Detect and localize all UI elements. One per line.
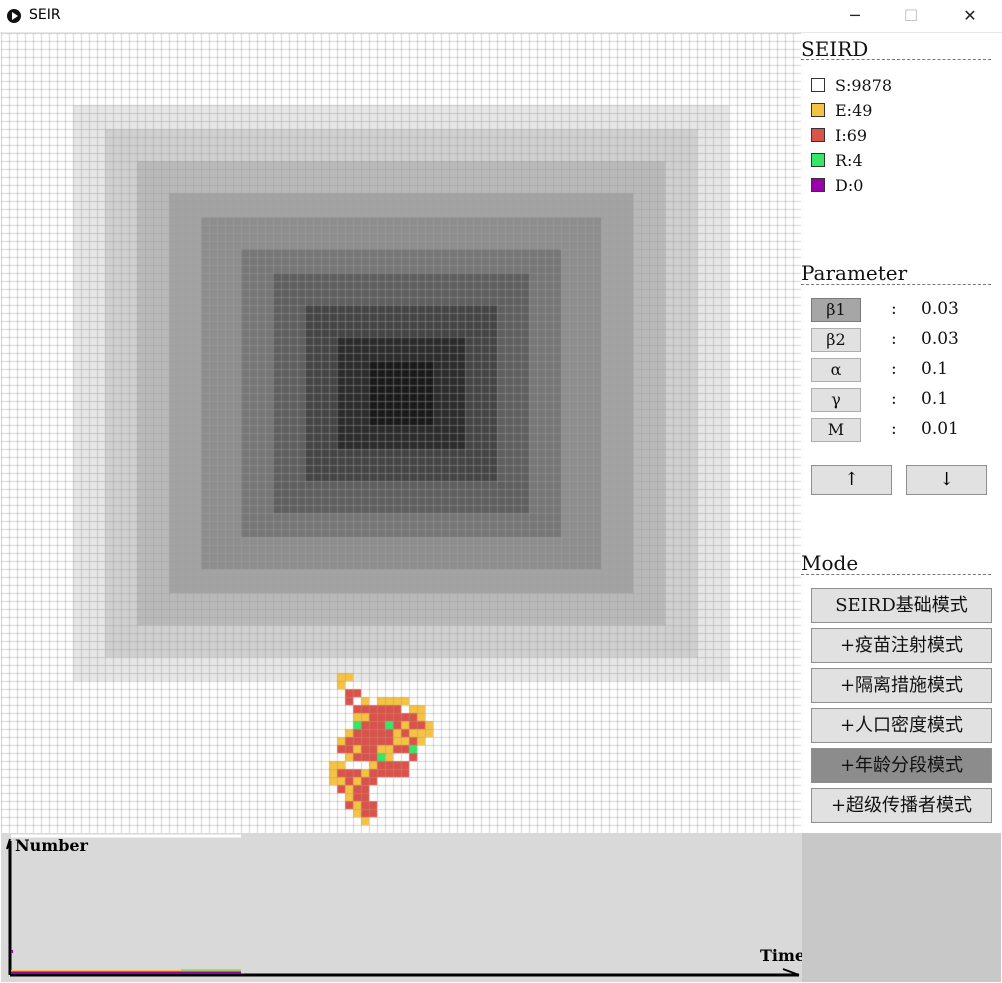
legend-label-e: E:49 (835, 100, 873, 120)
parameter-divider (801, 284, 991, 285)
legend-label-i: I:69 (835, 125, 868, 145)
param-value-gamma: 0.1 (921, 389, 949, 409)
param-button-m[interactable]: M (811, 418, 861, 442)
app-play-icon (7, 9, 21, 23)
param-value-beta2: 0.03 (921, 329, 959, 349)
param-row-m: M : 0.01 (811, 418, 996, 442)
mode-title: Mode (801, 551, 859, 575)
increase-button[interactable]: ↑ (811, 465, 892, 495)
initial-point (11, 950, 13, 953)
param-row-beta2: β2 : 0.03 (811, 328, 996, 352)
window-title: SEIR (29, 7, 61, 23)
close-button[interactable]: ✕ (947, 0, 993, 32)
param-colon: : (891, 329, 897, 349)
maximize-button[interactable]: ☐ (888, 0, 934, 32)
time-series-chart: Number Time (1, 833, 806, 982)
param-button-beta2[interactable]: β2 (811, 328, 861, 352)
legend-swatch-d (811, 178, 825, 192)
param-row-gamma: γ : 0.1 (811, 388, 996, 412)
param-colon: : (891, 299, 897, 319)
legend-label-r: R:4 (835, 150, 863, 170)
param-button-alpha[interactable]: α (811, 358, 861, 382)
mode-button-age-segment[interactable]: +年龄分段模式 (811, 748, 992, 783)
legend-item-e: E:49 (811, 100, 872, 120)
simulation-grid[interactable] (1, 33, 801, 833)
param-button-gamma[interactable]: γ (811, 388, 861, 412)
param-value-alpha: 0.1 (921, 359, 949, 379)
seird-title: SEIRD (801, 37, 869, 61)
param-colon: : (891, 419, 897, 439)
legend-swatch-i (811, 128, 825, 142)
legend-item-r: R:4 (811, 150, 863, 170)
seird-divider (801, 59, 991, 60)
chart-axes (6, 834, 800, 977)
legend-item-d: D:0 (811, 175, 863, 195)
x-axis-label: Time (760, 946, 806, 965)
param-row-beta1: β1 : 0.03 (811, 298, 996, 322)
legend-swatch-e (811, 103, 825, 117)
param-colon: : (891, 359, 897, 379)
mode-divider (801, 574, 991, 575)
chart-side-panel (802, 833, 1001, 982)
decrease-button[interactable]: ↓ (906, 465, 987, 495)
param-button-beta1[interactable]: β1 (811, 298, 861, 322)
mode-button-vaccine[interactable]: +疫苗注射模式 (811, 628, 992, 663)
mode-button-quarantine[interactable]: +隔离措施模式 (811, 668, 992, 703)
sidebar: SEIRD S:9878 E:49 I:69 R:4 D:0 Parameter… (801, 33, 1001, 833)
legend-item-i: I:69 (811, 125, 867, 145)
y-axis-label: Number (15, 836, 88, 855)
legend-label-d: D:0 (835, 175, 864, 195)
param-colon: : (891, 389, 897, 409)
legend-swatch-r (811, 153, 825, 167)
mode-button-seird-basic[interactable]: SEIRD基础模式 (811, 588, 992, 623)
legend-label-s: S:9878 (835, 75, 893, 95)
legend-swatch-s (811, 78, 825, 92)
parameter-title: Parameter (801, 261, 908, 285)
param-row-alpha: α : 0.1 (811, 358, 996, 382)
param-value-m: 0.01 (921, 419, 959, 439)
title-bar: SEIR ─ ☐ ✕ (0, 0, 1002, 33)
mode-button-population-density[interactable]: +人口密度模式 (811, 708, 992, 743)
minimize-button[interactable]: ─ (832, 0, 878, 32)
legend-item-s: S:9878 (811, 75, 892, 95)
param-value-beta1: 0.03 (921, 299, 959, 319)
mode-button-superspreader[interactable]: +超级传播者模式 (811, 788, 992, 823)
